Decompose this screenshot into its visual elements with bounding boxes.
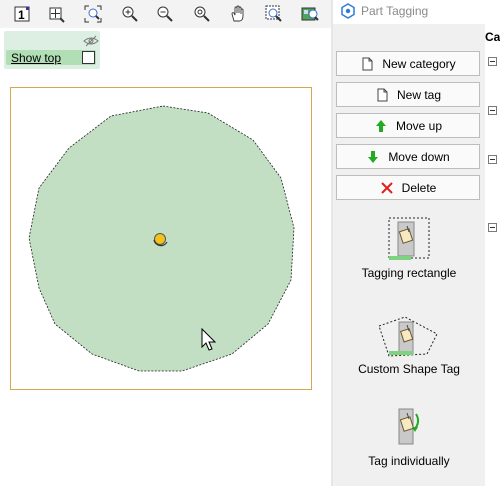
move-up-button[interactable]: Move up xyxy=(336,113,480,138)
delete-button[interactable]: Delete xyxy=(336,175,480,200)
new-tag-label: New tag xyxy=(396,87,442,102)
tree-collapse-icon[interactable] xyxy=(488,106,497,115)
tag-individually-tool[interactable]: Tag individually xyxy=(333,408,485,468)
move-down-label: Move down xyxy=(388,149,450,164)
new-category-button[interactable]: New category xyxy=(336,51,480,76)
zoom-window-icon[interactable] xyxy=(264,4,284,24)
show-top-label[interactable]: Show top xyxy=(11,51,61,65)
custom-shape-tag-icon xyxy=(378,316,438,357)
move-up-label: Move up xyxy=(395,118,443,133)
custom-shape-tag-tool[interactable]: Custom Shape Tag xyxy=(333,316,485,386)
tree-collapse-icon[interactable] xyxy=(488,155,497,164)
tagging-tools-panel: New category New tag Move up Move down D… xyxy=(333,24,485,486)
tag-individually-icon xyxy=(398,408,420,445)
page-one-icon[interactable]: 1 xyxy=(12,4,32,24)
tagging-rectangle-label: Tagging rectangle xyxy=(361,266,457,280)
view-toolbar: 1 xyxy=(0,0,332,28)
svg-text:1: 1 xyxy=(18,8,25,22)
new-category-label: New category xyxy=(382,56,456,71)
zoom-selection-icon[interactable] xyxy=(300,4,320,24)
window-title: Part Tagging xyxy=(361,4,429,18)
new-tag-button[interactable]: New tag xyxy=(336,82,480,107)
part-tagging-app-icon xyxy=(341,3,355,22)
new-document-icon xyxy=(362,57,373,70)
new-document-icon xyxy=(377,88,388,101)
custom-shape-tag-label: Custom Shape Tag xyxy=(358,362,460,376)
drawing-canvas[interactable] xyxy=(10,87,312,390)
move-down-button[interactable]: Move down xyxy=(336,144,480,169)
tagging-rectangle-tool[interactable]: Tagging rectangle xyxy=(333,216,485,286)
part-tagging-titlebar: Part Tagging xyxy=(333,0,500,24)
arrow-up-icon xyxy=(375,119,386,132)
zoom-out-icon[interactable] xyxy=(155,4,175,24)
eye-hidden-icon[interactable] xyxy=(83,35,99,50)
tree-header: Ca xyxy=(485,30,500,44)
tree-collapse-icon[interactable] xyxy=(488,57,497,66)
category-tree xyxy=(485,24,500,486)
tree-collapse-icon[interactable] xyxy=(488,223,497,232)
canvas-drawing xyxy=(28,105,295,372)
delete-label: Delete xyxy=(401,180,437,195)
tagging-rectangle-icon xyxy=(388,217,430,260)
delete-x-icon xyxy=(380,181,393,194)
zoom-in-icon[interactable] xyxy=(120,4,140,24)
arrow-down-icon xyxy=(368,150,379,163)
zoom-fit-page-icon[interactable] xyxy=(46,4,66,24)
zoom-extents-icon[interactable] xyxy=(83,4,103,24)
zoom-reset-icon[interactable] xyxy=(192,4,212,24)
tag-individually-label: Tag individually xyxy=(368,454,450,468)
show-top-panel: Show top xyxy=(4,31,100,69)
pan-hand-icon[interactable] xyxy=(228,4,248,24)
show-top-checkbox[interactable] xyxy=(82,51,95,64)
